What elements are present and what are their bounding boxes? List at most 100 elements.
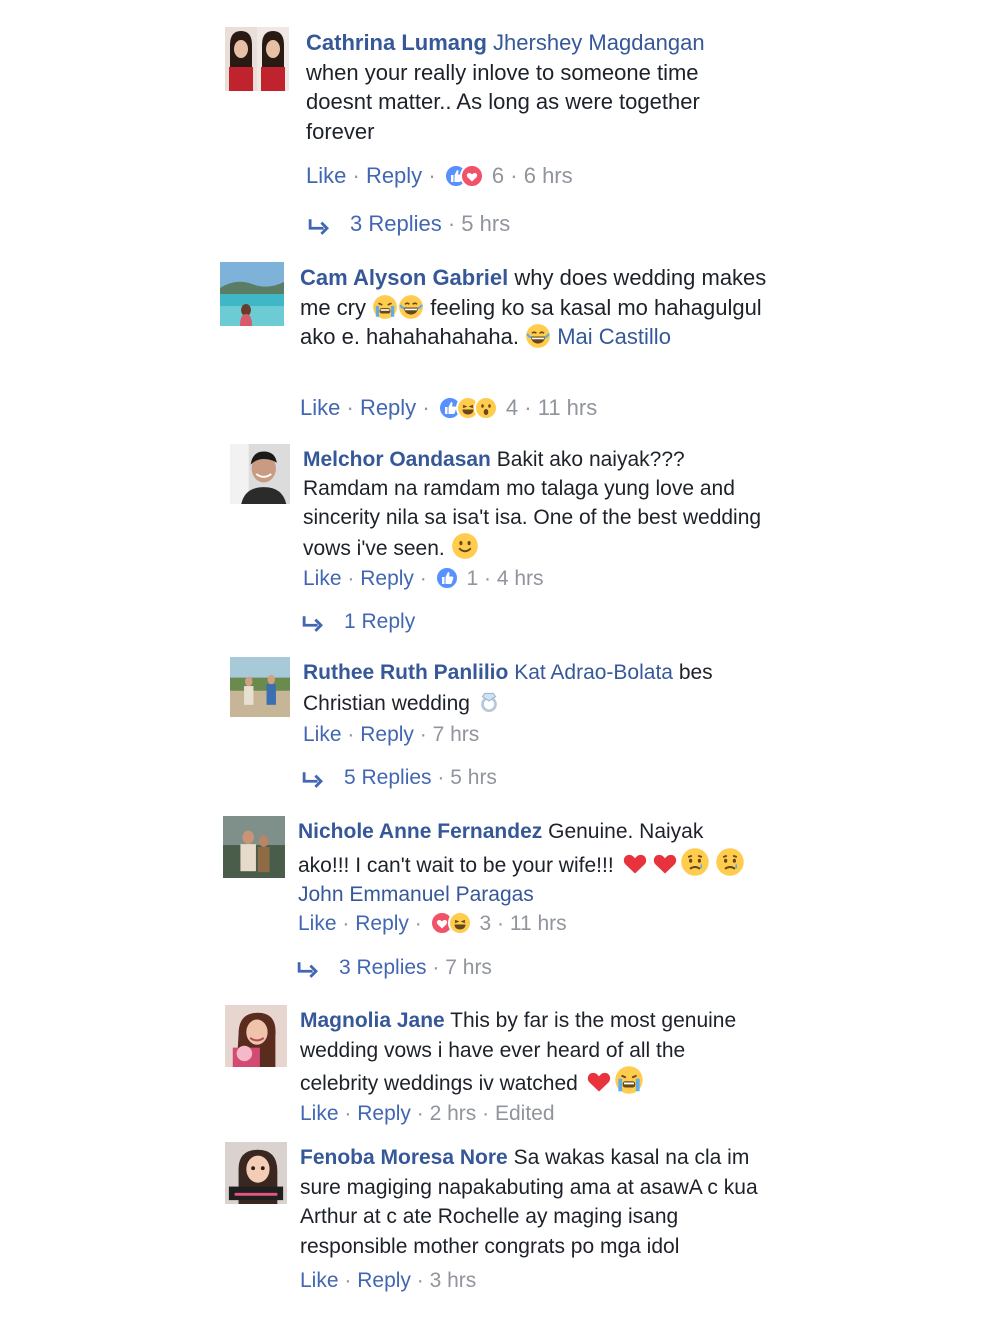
comment-body: Fenoba Moresa Nore Sa wakas kasal na cla…	[300, 1143, 775, 1261]
reactions-summary[interactable]	[434, 566, 459, 599]
reply-button[interactable]: Reply	[355, 912, 409, 935]
avatar[interactable]	[230, 444, 290, 504]
view-replies-link[interactable]: 5 Replies · 5 hrs	[300, 763, 497, 793]
comment-time[interactable]: 11 hrs	[538, 395, 598, 420]
replies-count-label[interactable]: 5 Replies	[344, 766, 432, 789]
commenter-name[interactable]: Cathrina Lumang	[306, 30, 487, 55]
avatar[interactable]	[225, 27, 289, 91]
separator: ·	[342, 912, 350, 935]
avatar[interactable]	[220, 262, 284, 326]
edited-label[interactable]: Edited	[495, 1102, 555, 1125]
separator: ·	[344, 1102, 352, 1125]
love-reaction-icon	[459, 164, 484, 188]
reply-arrow-icon	[302, 770, 323, 788]
reply-button[interactable]: Reply	[357, 1269, 411, 1292]
comment-body: Nichole Anne Fernandez Genuine. Naiyak a…	[298, 817, 758, 910]
separator: ·	[428, 163, 436, 188]
replies-count-label[interactable]: 1 Reply	[344, 610, 415, 633]
comment-time[interactable]: 4 hrs	[497, 567, 544, 590]
commenter-name[interactable]: Magnolia Jane	[300, 1009, 445, 1032]
commenter-name[interactable]: Fenoba Moresa Nore	[300, 1146, 508, 1169]
heart-emoji-icon	[653, 854, 676, 873]
view-replies-link[interactable]: 3 Replies · 7 hrs	[295, 953, 492, 983]
avatar[interactable]	[230, 657, 290, 717]
avatar[interactable]	[223, 816, 285, 878]
like-button[interactable]: Like	[300, 395, 340, 420]
reactions-summary[interactable]	[429, 911, 472, 944]
commenter-name[interactable]: Nichole Anne Fernandez	[298, 820, 542, 843]
reaction-count[interactable]: 4	[506, 395, 518, 420]
comment-time[interactable]: 2 hrs	[430, 1102, 477, 1125]
avatar[interactable]	[225, 1005, 287, 1067]
reply-arrow-icon	[308, 217, 329, 235]
commenter-name[interactable]: Cam Alyson Gabriel	[300, 265, 508, 290]
comment-body: Cam Alyson Gabriel why does wedding make…	[300, 263, 775, 352]
tagged-user[interactable]: Kat Adrao-Bolata	[514, 661, 673, 684]
replies-time: 5 hrs	[450, 766, 497, 789]
reactions-summary[interactable]	[443, 164, 484, 196]
like-button[interactable]: Like	[306, 163, 346, 188]
separator: ·	[347, 723, 355, 746]
separator: ·	[419, 723, 427, 746]
reply-button[interactable]: Reply	[366, 163, 422, 188]
reactions-summary[interactable]	[437, 396, 498, 428]
comment-actions: Like · Reply · 3 · 11 hrs	[298, 909, 567, 944]
reply-button[interactable]: Reply	[360, 723, 414, 746]
replies-time: 7 hrs	[445, 956, 492, 979]
comment-time[interactable]: 7 hrs	[433, 723, 480, 746]
laughing-emoji-icon	[525, 323, 552, 349]
like-reaction-icon	[434, 566, 459, 590]
avatar[interactable]	[225, 1142, 287, 1204]
laughing-emoji-icon	[398, 293, 425, 320]
like-button[interactable]: Like	[300, 1102, 339, 1125]
view-replies-link[interactable]: 3 Replies · 5 hrs	[306, 209, 510, 239]
separator: ·	[416, 1269, 424, 1292]
separator: ·	[414, 912, 422, 935]
comment-time[interactable]: 11 hrs	[510, 912, 567, 935]
reply-button[interactable]: Reply	[357, 1102, 411, 1125]
like-button[interactable]: Like	[303, 567, 342, 590]
comment-body: Melchor Oandasan Bakit ako naiyak??? Ram…	[303, 445, 763, 563]
comment-text: when your really inlove to someone time …	[306, 59, 700, 144]
tagged-user[interactable]: Mai Castillo	[557, 324, 671, 349]
tagged-user[interactable]: John Emmanuel Paragas	[298, 883, 534, 906]
separator: ·	[510, 163, 518, 188]
like-button[interactable]: Like	[298, 912, 337, 935]
like-button[interactable]: Like	[300, 1269, 339, 1292]
separator: ·	[422, 395, 430, 420]
comment-body: Ruthee Ruth Panlilio Kat Adrao-Bolata be…	[303, 658, 743, 718]
comment-actions: Like · Reply · 3 hrs	[300, 1266, 476, 1296]
like-button[interactable]: Like	[303, 723, 342, 746]
crying-emoji-icon	[613, 1065, 644, 1095]
separator: ·	[483, 567, 491, 590]
heart-emoji-icon	[587, 1072, 610, 1092]
reaction-count[interactable]: 1	[466, 567, 478, 590]
comment-body: Magnolia Jane This by far is the most ge…	[300, 1006, 760, 1099]
separator: ·	[432, 956, 440, 979]
reaction-count[interactable]: 6	[492, 163, 504, 188]
comment-actions: Like · Reply · 2 hrs · Edited	[300, 1099, 555, 1129]
commenter-name[interactable]: Ruthee Ruth Panlilio	[303, 661, 508, 684]
comment-actions: Like · Reply · 4 · 11 hrs	[300, 393, 597, 428]
separator: ·	[482, 1102, 490, 1125]
reaction-count[interactable]: 3	[479, 912, 491, 935]
tagged-user[interactable]: Jhershey Magdangan	[493, 30, 705, 55]
replies-count-label[interactable]: 3 Replies	[339, 956, 427, 979]
separator: ·	[352, 163, 360, 188]
comment-time[interactable]: 3 hrs	[430, 1269, 477, 1292]
comment-actions: Like · Reply · 1 · 4 hrs	[303, 564, 544, 599]
comment-body: Cathrina Lumang Jhershey Magdangan when …	[306, 28, 756, 146]
comment-time[interactable]: 6 hrs	[524, 163, 573, 188]
commenter-name[interactable]: Melchor Oandasan	[303, 448, 491, 471]
view-replies-link[interactable]: 1 Reply	[300, 607, 415, 637]
separator: ·	[346, 395, 354, 420]
sad-tear-emoji-icon	[715, 846, 746, 877]
reply-button[interactable]: Reply	[360, 567, 414, 590]
crying-emoji-icon	[372, 293, 399, 320]
reply-arrow-icon	[297, 960, 318, 978]
comment-actions: Like · Reply · 6 · 6 hrs	[306, 161, 573, 196]
separator: ·	[347, 567, 355, 590]
replies-count-label[interactable]: 3 Replies	[350, 211, 442, 236]
separator: ·	[416, 1102, 424, 1125]
reply-button[interactable]: Reply	[360, 395, 416, 420]
